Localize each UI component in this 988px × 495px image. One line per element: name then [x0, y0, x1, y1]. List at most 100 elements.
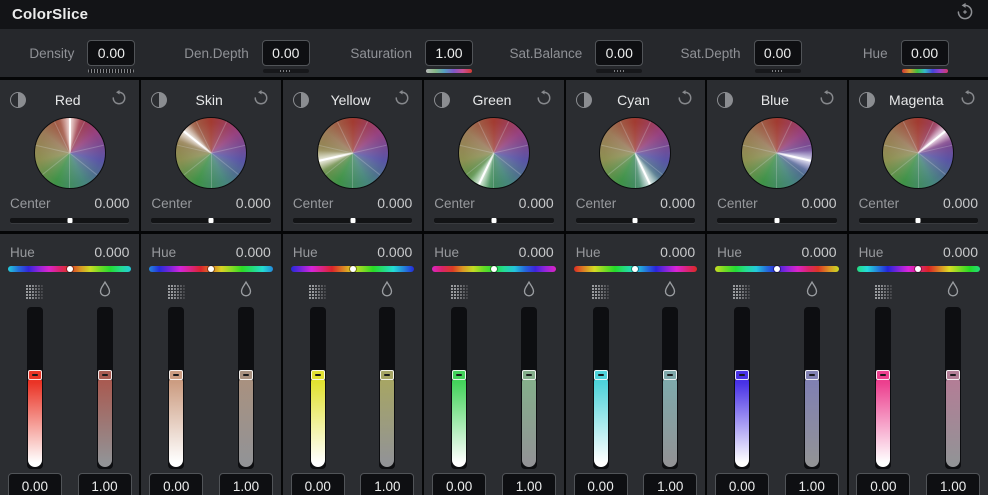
- saturation-slider-handle[interactable]: [98, 370, 112, 380]
- color-wheel[interactable]: [317, 117, 389, 189]
- reset-all-button[interactable]: [954, 4, 976, 26]
- density-slider[interactable]: [849, 307, 919, 469]
- toolbar-control-value[interactable]: 0.00: [262, 40, 310, 66]
- channel-reset-button[interactable]: [958, 90, 978, 110]
- center-slider[interactable]: [576, 218, 695, 223]
- color-wheel[interactable]: [458, 117, 530, 189]
- density-value-box[interactable]: 0.00: [149, 473, 203, 495]
- density-slider[interactable]: [566, 307, 636, 469]
- hue-slider-track[interactable]: [574, 266, 697, 272]
- saturation-value-box[interactable]: 1.00: [643, 473, 697, 495]
- center-value[interactable]: 0.000: [377, 195, 412, 211]
- saturation-slider[interactable]: [353, 307, 423, 469]
- center-slider-handle[interactable]: [350, 218, 355, 223]
- toolbar-control-value[interactable]: 0.00: [901, 40, 949, 66]
- hue-value[interactable]: 0.000: [519, 244, 554, 260]
- hue-slider-track[interactable]: [291, 266, 414, 272]
- center-slider[interactable]: [859, 218, 978, 223]
- hue-slider-handle[interactable]: [208, 266, 214, 272]
- color-wheel[interactable]: [599, 117, 671, 189]
- saturation-slider-handle[interactable]: [946, 370, 960, 380]
- center-value[interactable]: 0.000: [943, 195, 978, 211]
- color-wheel[interactable]: [741, 117, 813, 189]
- saturation-slider-handle[interactable]: [663, 370, 677, 380]
- center-slider[interactable]: [717, 218, 836, 223]
- center-slider-handle[interactable]: [491, 218, 496, 223]
- hue-slider-handle[interactable]: [67, 266, 73, 272]
- contrast-half-circle-icon[interactable]: [859, 92, 875, 108]
- hue-slider-track[interactable]: [149, 266, 272, 272]
- density-slider-handle[interactable]: [169, 370, 183, 380]
- center-value[interactable]: 0.000: [519, 195, 554, 211]
- center-slider[interactable]: [434, 218, 553, 223]
- saturation-slider-handle[interactable]: [522, 370, 536, 380]
- contrast-half-circle-icon[interactable]: [717, 92, 733, 108]
- contrast-half-circle-icon[interactable]: [151, 92, 167, 108]
- hue-value[interactable]: 0.000: [236, 244, 271, 260]
- saturation-slider[interactable]: [494, 307, 564, 469]
- hue-slider-handle[interactable]: [915, 266, 921, 272]
- density-slider-handle[interactable]: [594, 370, 608, 380]
- channel-reset-button[interactable]: [392, 90, 412, 110]
- center-slider-handle[interactable]: [774, 218, 779, 223]
- density-slider-handle[interactable]: [452, 370, 466, 380]
- contrast-half-circle-icon[interactable]: [293, 92, 309, 108]
- toolbar-control-strip[interactable]: [88, 69, 134, 73]
- center-value[interactable]: 0.000: [802, 195, 837, 211]
- hue-value[interactable]: 0.000: [943, 244, 978, 260]
- hue-value[interactable]: 0.000: [94, 244, 129, 260]
- density-value-box[interactable]: 0.00: [856, 473, 910, 495]
- center-slider-handle[interactable]: [67, 218, 72, 223]
- toolbar-control-value[interactable]: 1.00: [425, 40, 473, 66]
- hue-value[interactable]: 0.000: [660, 244, 695, 260]
- density-slider-handle[interactable]: [28, 370, 42, 380]
- center-value[interactable]: 0.000: [660, 195, 695, 211]
- saturation-slider[interactable]: [918, 307, 988, 469]
- contrast-half-circle-icon[interactable]: [10, 92, 26, 108]
- hue-slider-track[interactable]: [432, 266, 555, 272]
- toolbar-control-value[interactable]: 0.00: [754, 40, 802, 66]
- density-slider-handle[interactable]: [311, 370, 325, 380]
- density-value-box[interactable]: 0.00: [432, 473, 486, 495]
- hue-slider-handle[interactable]: [632, 266, 638, 272]
- saturation-value-box[interactable]: 1.00: [502, 473, 556, 495]
- hue-slider-track[interactable]: [857, 266, 980, 272]
- density-value-box[interactable]: 0.00: [8, 473, 62, 495]
- channel-reset-button[interactable]: [109, 90, 129, 110]
- hue-slider-handle[interactable]: [491, 266, 497, 272]
- density-slider[interactable]: [707, 307, 777, 469]
- toolbar-control-strip[interactable]: [596, 69, 642, 73]
- saturation-value-box[interactable]: 1.00: [219, 473, 273, 495]
- hue-slider-handle[interactable]: [350, 266, 356, 272]
- toolbar-control-value[interactable]: 0.00: [595, 40, 643, 66]
- saturation-slider-handle[interactable]: [239, 370, 253, 380]
- color-wheel[interactable]: [882, 117, 954, 189]
- channel-reset-button[interactable]: [251, 90, 271, 110]
- center-slider[interactable]: [293, 218, 412, 223]
- saturation-slider-handle[interactable]: [805, 370, 819, 380]
- channel-reset-button[interactable]: [675, 90, 695, 110]
- hue-slider-track[interactable]: [8, 266, 131, 272]
- color-wheel[interactable]: [175, 117, 247, 189]
- center-slider[interactable]: [10, 218, 129, 223]
- center-value[interactable]: 0.000: [94, 195, 129, 211]
- saturation-slider[interactable]: [635, 307, 705, 469]
- saturation-value-box[interactable]: 1.00: [926, 473, 980, 495]
- density-slider-handle[interactable]: [876, 370, 890, 380]
- saturation-slider-handle[interactable]: [380, 370, 394, 380]
- density-slider[interactable]: [424, 307, 494, 469]
- density-slider[interactable]: [283, 307, 353, 469]
- density-value-box[interactable]: 0.00: [291, 473, 345, 495]
- toolbar-control-strip[interactable]: [755, 69, 801, 73]
- saturation-slider[interactable]: [70, 307, 140, 469]
- saturation-value-box[interactable]: 1.00: [78, 473, 132, 495]
- saturation-value-box[interactable]: 1.00: [360, 473, 414, 495]
- contrast-half-circle-icon[interactable]: [434, 92, 450, 108]
- center-value[interactable]: 0.000: [236, 195, 271, 211]
- channel-reset-button[interactable]: [534, 90, 554, 110]
- hue-slider-track[interactable]: [715, 266, 838, 272]
- toolbar-control-strip[interactable]: [426, 69, 472, 73]
- contrast-half-circle-icon[interactable]: [576, 92, 592, 108]
- saturation-slider[interactable]: [211, 307, 281, 469]
- center-slider-handle[interactable]: [209, 218, 214, 223]
